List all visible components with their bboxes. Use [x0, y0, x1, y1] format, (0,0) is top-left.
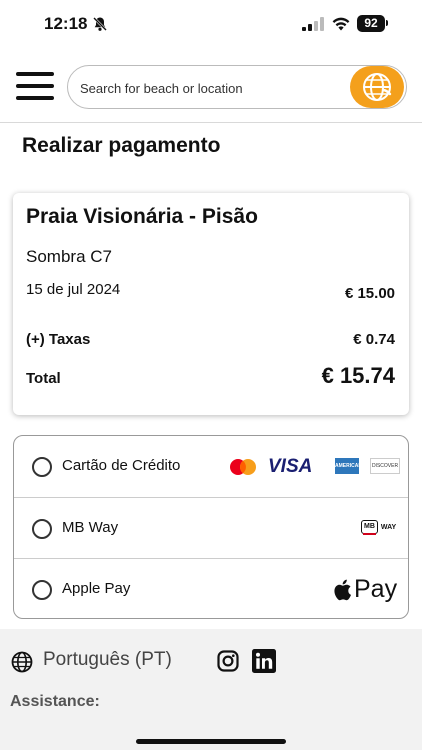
globe-logo-icon[interactable]	[350, 66, 404, 108]
instagram-icon[interactable]	[217, 650, 239, 672]
payment-option-label: MB Way	[62, 519, 119, 536]
hamburger-menu-icon[interactable]	[16, 72, 54, 100]
total-value: € 15.74	[321, 363, 395, 388]
battery-tip	[386, 20, 388, 26]
beach-name: Praia Visionária - Pisão	[26, 205, 258, 228]
mb-way-radio[interactable]	[32, 519, 52, 539]
battery-icon: 92	[357, 15, 385, 32]
language-selector[interactable]: Português (PT)	[43, 649, 172, 671]
globe-icon	[11, 651, 33, 673]
footer: Português (PT) Assistance:	[0, 629, 422, 750]
status-bar: 12:18 92	[0, 0, 422, 50]
wifi-icon	[332, 17, 350, 31]
payment-methods-list: Cartão de Crédito VISA AMERICAN EXPRESS …	[13, 435, 409, 619]
apple-pay-icon: Pay	[332, 575, 397, 604]
price-value: € 15.00	[344, 285, 395, 302]
pay-text: Pay	[354, 575, 398, 603]
mbway-icon: MB WAY	[361, 519, 396, 535]
linkedin-icon[interactable]	[252, 649, 276, 673]
discover-icon: DISCOVER	[370, 458, 400, 474]
payment-option-mb-way[interactable]: MB Way MB WAY	[14, 497, 408, 558]
cellular-signal-icon	[302, 17, 324, 31]
home-indicator[interactable]	[136, 739, 286, 744]
visa-icon: VISA	[268, 456, 313, 477]
payment-option-label: Cartão de Crédito	[62, 457, 181, 474]
mb-text: MB	[361, 520, 378, 535]
search-input[interactable]	[80, 78, 340, 98]
mastercard-icon	[230, 459, 256, 475]
booking-date: 15 de jul 2024	[26, 281, 121, 298]
way-text: WAY	[380, 523, 397, 531]
booking-summary-card: Praia Visionária - Pisão Sombra C7 15 de…	[13, 193, 409, 415]
payment-option-label: Apple Pay	[62, 580, 131, 597]
american-express-icon: AMERICAN EXPRESS	[335, 458, 362, 485]
credit-card-radio[interactable]	[32, 457, 52, 477]
taxes-value: € 0.74	[353, 331, 395, 348]
total-label: Total	[26, 370, 61, 387]
assistance-heading: Assistance:	[10, 693, 100, 710]
page-title: Realizar pagamento	[22, 134, 221, 157]
payment-option-credit-card[interactable]: Cartão de Crédito VISA AMERICAN EXPRESS …	[14, 436, 408, 497]
taxes-label: (+) Taxas	[26, 331, 91, 348]
header-divider	[0, 122, 422, 123]
bell-slash-icon	[93, 17, 107, 31]
apple-pay-radio[interactable]	[32, 580, 52, 600]
apple-logo-icon	[334, 579, 351, 600]
spot-name: Sombra C7	[26, 247, 112, 266]
payment-option-apple-pay[interactable]: Apple Pay Pay	[14, 558, 408, 619]
status-time: 12:18	[44, 14, 88, 33]
